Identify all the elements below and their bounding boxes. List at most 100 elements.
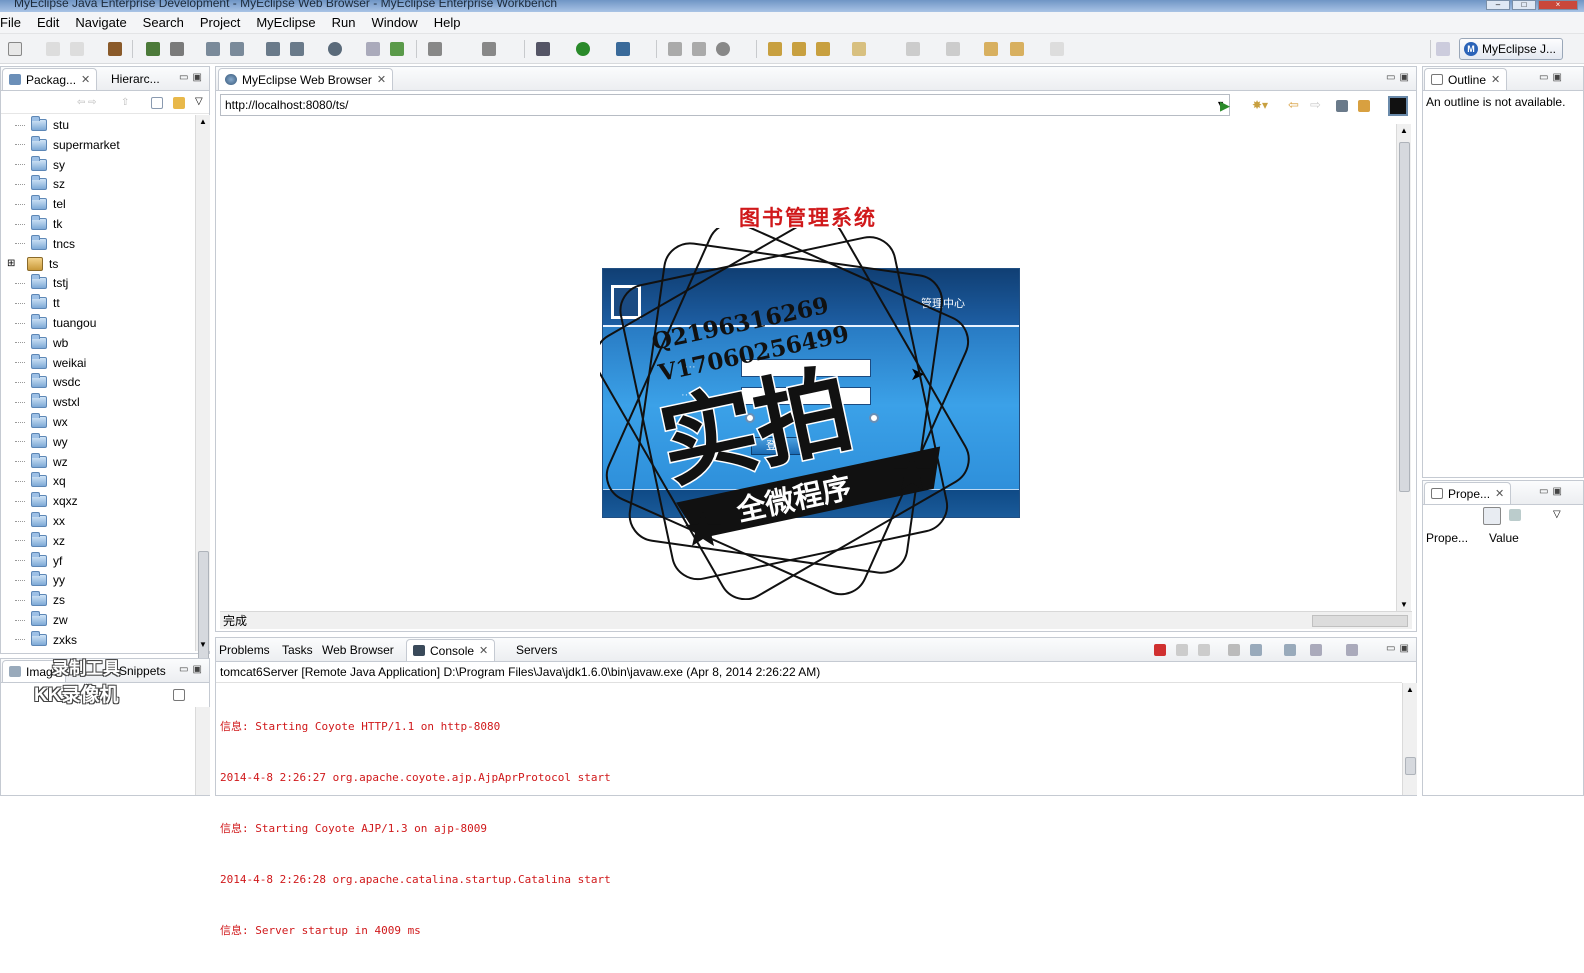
tree-item[interactable]: weikai [15, 353, 86, 373]
tree-item[interactable]: tstj [15, 273, 68, 293]
tree-item[interactable]: zxks [15, 630, 77, 650]
role-radio-user[interactable] [869, 413, 879, 423]
save-icon[interactable] [46, 42, 60, 56]
menu-edit[interactable]: Edit [29, 15, 67, 30]
tree-item[interactable]: tt [15, 293, 60, 313]
forward-icon[interactable]: ⇨ [1310, 97, 1321, 113]
bug-icon[interactable] [146, 42, 160, 56]
prev-edit-icon[interactable] [946, 42, 960, 56]
remove-launch-icon[interactable] [1176, 644, 1188, 656]
edit-icon[interactable] [792, 42, 806, 56]
minimize-maximize-icon[interactable]: ▭▣ [179, 664, 206, 675]
scroll-lock-icon[interactable] [1250, 644, 1262, 656]
password-input[interactable] [741, 387, 871, 405]
tree-item[interactable]: sz [15, 174, 65, 194]
forward-icon[interactable] [1010, 42, 1024, 56]
tree-item[interactable]: tuangou [15, 313, 96, 333]
browser-scrollbar[interactable]: ▲ ▼ [1396, 124, 1411, 611]
debug-icon[interactable] [536, 42, 550, 56]
tree-item[interactable]: wz [15, 452, 68, 472]
next-annotation-icon[interactable] [906, 42, 920, 56]
link-editor-icon[interactable] [173, 97, 185, 109]
history-icon[interactable] [716, 42, 730, 56]
pin-console-icon[interactable] [1284, 644, 1296, 656]
tree-item[interactable]: tel [15, 194, 66, 214]
role-radio-admin[interactable] [745, 413, 755, 423]
close-icon[interactable]: ✕ [1495, 487, 1504, 500]
db-browser-icon[interactable] [290, 42, 304, 56]
tree-item[interactable]: stu [15, 115, 69, 135]
tab-hierarchy[interactable]: Hierarc... [105, 68, 166, 90]
minimize-maximize-icon[interactable]: ▭▣ [1386, 72, 1413, 83]
tree-item[interactable]: wsdc [15, 372, 80, 392]
browser-engine-icon[interactable] [1388, 96, 1408, 116]
open-folder-icon[interactable] [768, 42, 782, 56]
minimize-maximize-icon[interactable]: ▭▣ [1539, 486, 1566, 497]
stop-icon[interactable] [1336, 100, 1348, 112]
menu-file[interactable]: File [0, 15, 29, 30]
tree-item[interactable]: tk [15, 214, 62, 234]
tab-web-browser-view[interactable]: Web Browser [316, 639, 400, 661]
tree-item[interactable]: zw [15, 610, 68, 630]
open-type-icon[interactable] [482, 42, 496, 56]
up-icon[interactable]: ⇧ [121, 97, 129, 108]
external-tools-icon[interactable] [616, 42, 630, 56]
minimize-button[interactable]: – [1486, 0, 1510, 10]
view-menu-icon[interactable]: ▽ [195, 96, 203, 107]
url-field[interactable]: http://localhost:8080/ts/ ▼ [220, 94, 1230, 116]
close-button[interactable]: × [1538, 0, 1578, 10]
tree-item[interactable]: xqxz [15, 491, 78, 511]
tree-item[interactable]: xq [15, 471, 66, 491]
tree-item[interactable]: xx [15, 511, 65, 531]
tab-tasks[interactable]: Tasks [276, 639, 319, 661]
tree-scrollbar[interactable]: ▲ ▼ [195, 115, 210, 685]
view-menu-icon[interactable]: ▽ [1553, 509, 1561, 520]
tree-item[interactable]: wstxl [15, 392, 80, 412]
annotation-icon[interactable] [816, 42, 830, 56]
minimize-maximize-icon[interactable]: ▭▣ [1386, 643, 1413, 654]
collapse-all-icon[interactable] [151, 97, 163, 109]
server-icon[interactable] [206, 42, 220, 56]
package-icon[interactable] [108, 42, 122, 56]
task-icon[interactable] [852, 42, 866, 56]
fit-icon[interactable] [173, 689, 185, 701]
deploy-icon[interactable] [170, 42, 184, 56]
menu-run[interactable]: Run [324, 15, 364, 30]
remove-all-icon[interactable] [1198, 644, 1210, 656]
maximize-button[interactable]: □ [1512, 0, 1536, 10]
minimize-maximize-icon[interactable]: ▭▣ [179, 72, 206, 83]
tree-item[interactable]: tncs [15, 234, 75, 254]
open-console-icon[interactable] [1346, 644, 1358, 656]
open-resource-icon[interactable] [692, 42, 706, 56]
tree-item[interactable]: wy [15, 432, 68, 452]
login-button[interactable]: 登陆 [751, 437, 803, 455]
refresh-icon[interactable] [1358, 100, 1370, 112]
perspective-switcher[interactable]: M MyEclipse J... [1459, 38, 1563, 60]
search-icon[interactable] [668, 42, 682, 56]
tab-servers[interactable]: Servers [510, 639, 563, 661]
menu-myeclipse[interactable]: MyEclipse [248, 15, 323, 30]
close-icon[interactable]: ✕ [377, 73, 386, 86]
expand-icon[interactable]: ⊞ [7, 258, 21, 269]
image-scrollbar[interactable] [195, 707, 210, 795]
tree-item[interactable]: wb [15, 333, 68, 353]
tab-outline[interactable]: Outline ✕ [1424, 68, 1508, 90]
save-all-icon[interactable] [70, 42, 84, 56]
back-icon[interactable]: ⇦ ⇨ [77, 97, 97, 108]
menu-window[interactable]: Window [363, 15, 425, 30]
menu-search[interactable]: Search [135, 15, 192, 30]
back-icon[interactable] [984, 42, 998, 56]
categories-icon[interactable] [1483, 507, 1501, 525]
new-class-icon[interactable] [428, 42, 442, 56]
tree-item[interactable]: yf [15, 551, 62, 571]
server-run-icon[interactable] [230, 42, 244, 56]
close-icon[interactable]: ✕ [1491, 73, 1500, 86]
new-icon[interactable] [8, 42, 22, 56]
tree-item[interactable]: ⊞ ts [7, 254, 58, 274]
tab-properties[interactable]: Prope... ✕ [1424, 482, 1512, 504]
menu-help[interactable]: Help [426, 15, 469, 30]
menu-navigate[interactable]: Navigate [67, 15, 134, 30]
display-console-icon[interactable] [1310, 644, 1322, 656]
tab-package-explorer[interactable]: Packag... ✕ [2, 68, 98, 90]
terminate-icon[interactable] [1154, 644, 1166, 656]
